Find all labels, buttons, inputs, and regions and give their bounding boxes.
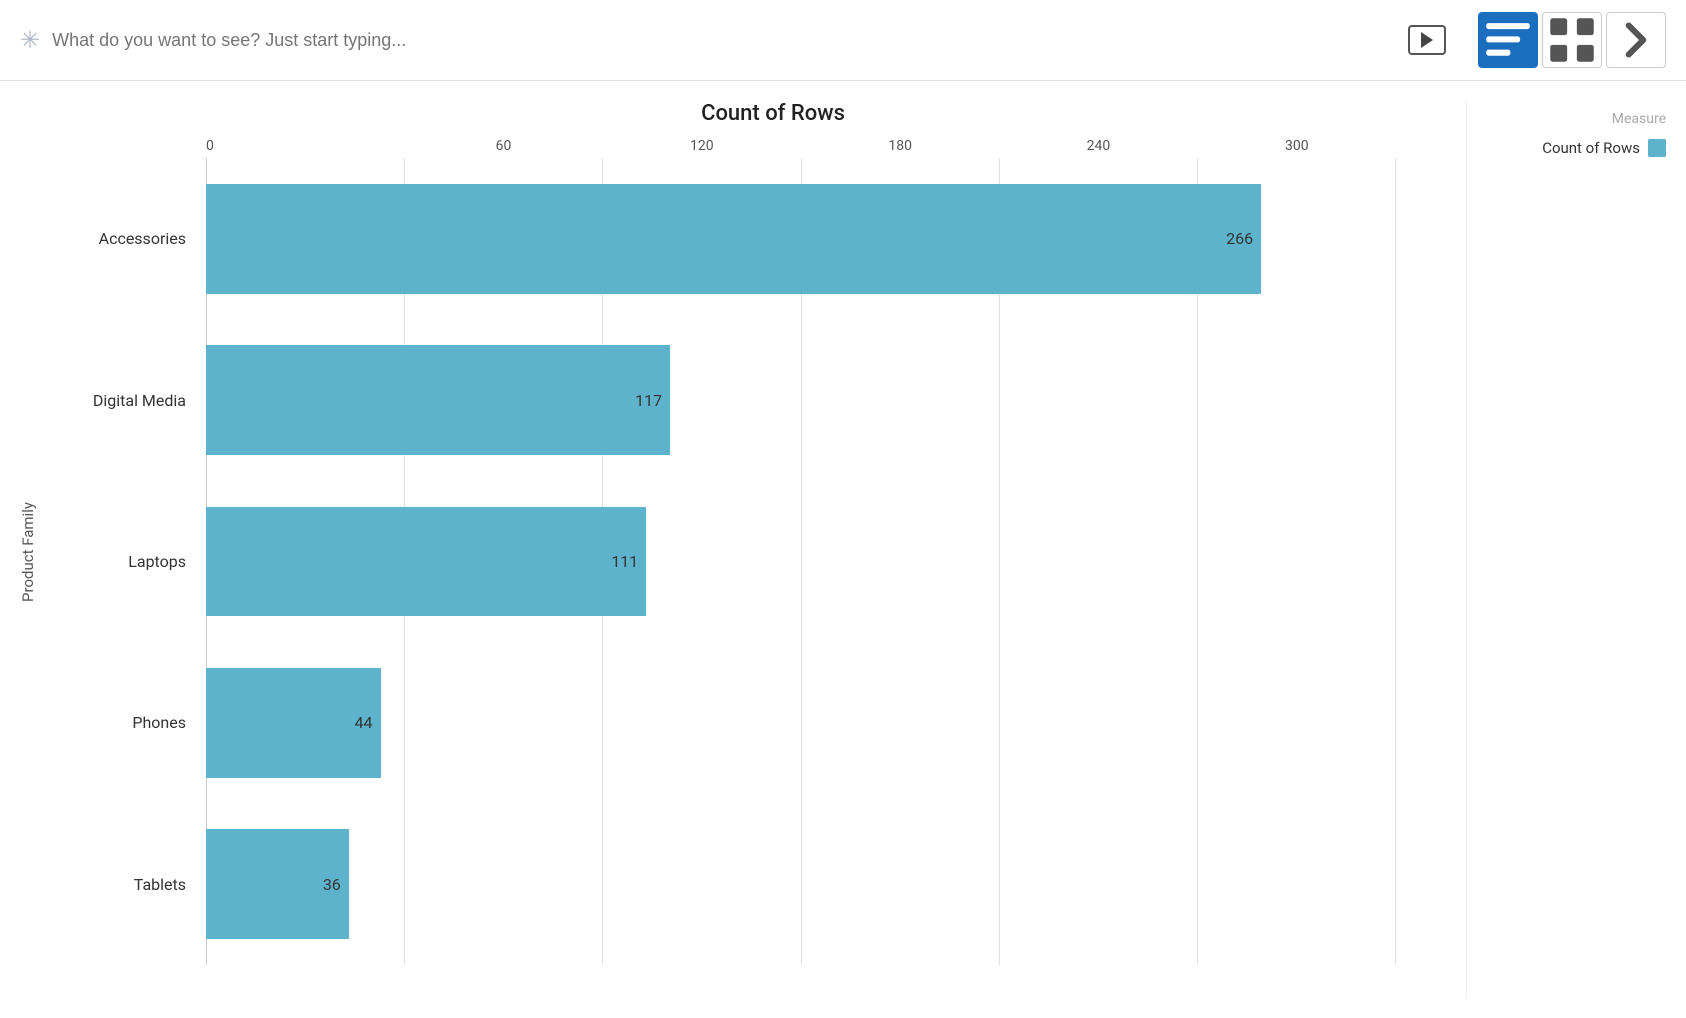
top-bar: ✳: [0, 0, 1686, 81]
bar-row: Phones44: [206, 642, 1396, 803]
bar-value: 44: [355, 713, 373, 732]
chart-inner: 060120180240300 Accessories266Digital Me…: [46, 138, 1456, 965]
bar-track: 44: [206, 668, 1396, 778]
bar-value: 117: [635, 391, 662, 410]
chart-title: Count of Rows: [10, 101, 1456, 126]
bar-track: 266: [206, 184, 1396, 294]
run-button[interactable]: [1408, 25, 1446, 55]
play-icon: [1421, 32, 1433, 48]
chart-wrapper: Product Family 060120180240300 Accessori…: [10, 138, 1456, 965]
bar-track: 111: [206, 507, 1396, 617]
bar-value: 266: [1226, 229, 1253, 248]
sql-view-button[interactable]: [1606, 12, 1666, 68]
bar-label: Digital Media: [46, 391, 196, 410]
bar-fill: 266: [206, 184, 1261, 294]
star-icon: ✳: [20, 26, 40, 54]
legend-panel: Measure Count of Rows: [1466, 101, 1686, 998]
bar-fill: 36: [206, 829, 349, 939]
bar-row: Tablets36: [206, 804, 1396, 965]
bar-fill: 111: [206, 507, 646, 617]
bar-value: 36: [323, 875, 341, 894]
chevron-right-icon: [1607, 11, 1665, 69]
toolbar-buttons: [1478, 12, 1666, 68]
x-tick: 120: [603, 138, 801, 154]
search-input[interactable]: [52, 30, 912, 51]
y-axis-label-wrap: Product Family: [10, 138, 46, 965]
bar-fill: 44: [206, 668, 381, 778]
bar-label: Laptops: [46, 552, 196, 571]
x-tick: 0: [206, 138, 404, 154]
x-tick: 240: [999, 138, 1197, 154]
grid-icon: [1543, 11, 1601, 69]
bar-track: 117: [206, 345, 1396, 455]
bar-track: 36: [206, 829, 1396, 939]
bar-value: 111: [611, 552, 638, 571]
legend-color-box: [1648, 139, 1666, 157]
x-tick: 180: [801, 138, 999, 154]
main-content: Count of Rows Product Family 06012018024…: [0, 81, 1686, 1018]
y-axis-label: Product Family: [19, 502, 37, 602]
bar-label: Accessories: [46, 229, 196, 248]
bars-container: Accessories266Digital Media117Laptops111…: [46, 158, 1456, 965]
bar-label: Tablets: [46, 875, 196, 894]
x-tick: 300: [1198, 138, 1396, 154]
bar-row: Digital Media117: [206, 319, 1396, 480]
legend-header: Measure: [1487, 111, 1666, 127]
bar-label: Phones: [46, 713, 196, 732]
bar-row: Laptops111: [206, 481, 1396, 642]
x-tick: 60: [404, 138, 602, 154]
bar-row: Accessories266: [206, 158, 1396, 319]
chart-view-button[interactable]: [1478, 12, 1538, 68]
legend-item: Count of Rows: [1487, 139, 1666, 157]
legend-item-label: Count of Rows: [1542, 139, 1640, 157]
grid-view-button[interactable]: [1542, 12, 1602, 68]
chart-area: Count of Rows Product Family 06012018024…: [0, 101, 1466, 998]
bar-fill: 117: [206, 345, 670, 455]
x-axis-ticks: 060120180240300: [46, 138, 1456, 154]
chart-icon: [1479, 11, 1537, 69]
